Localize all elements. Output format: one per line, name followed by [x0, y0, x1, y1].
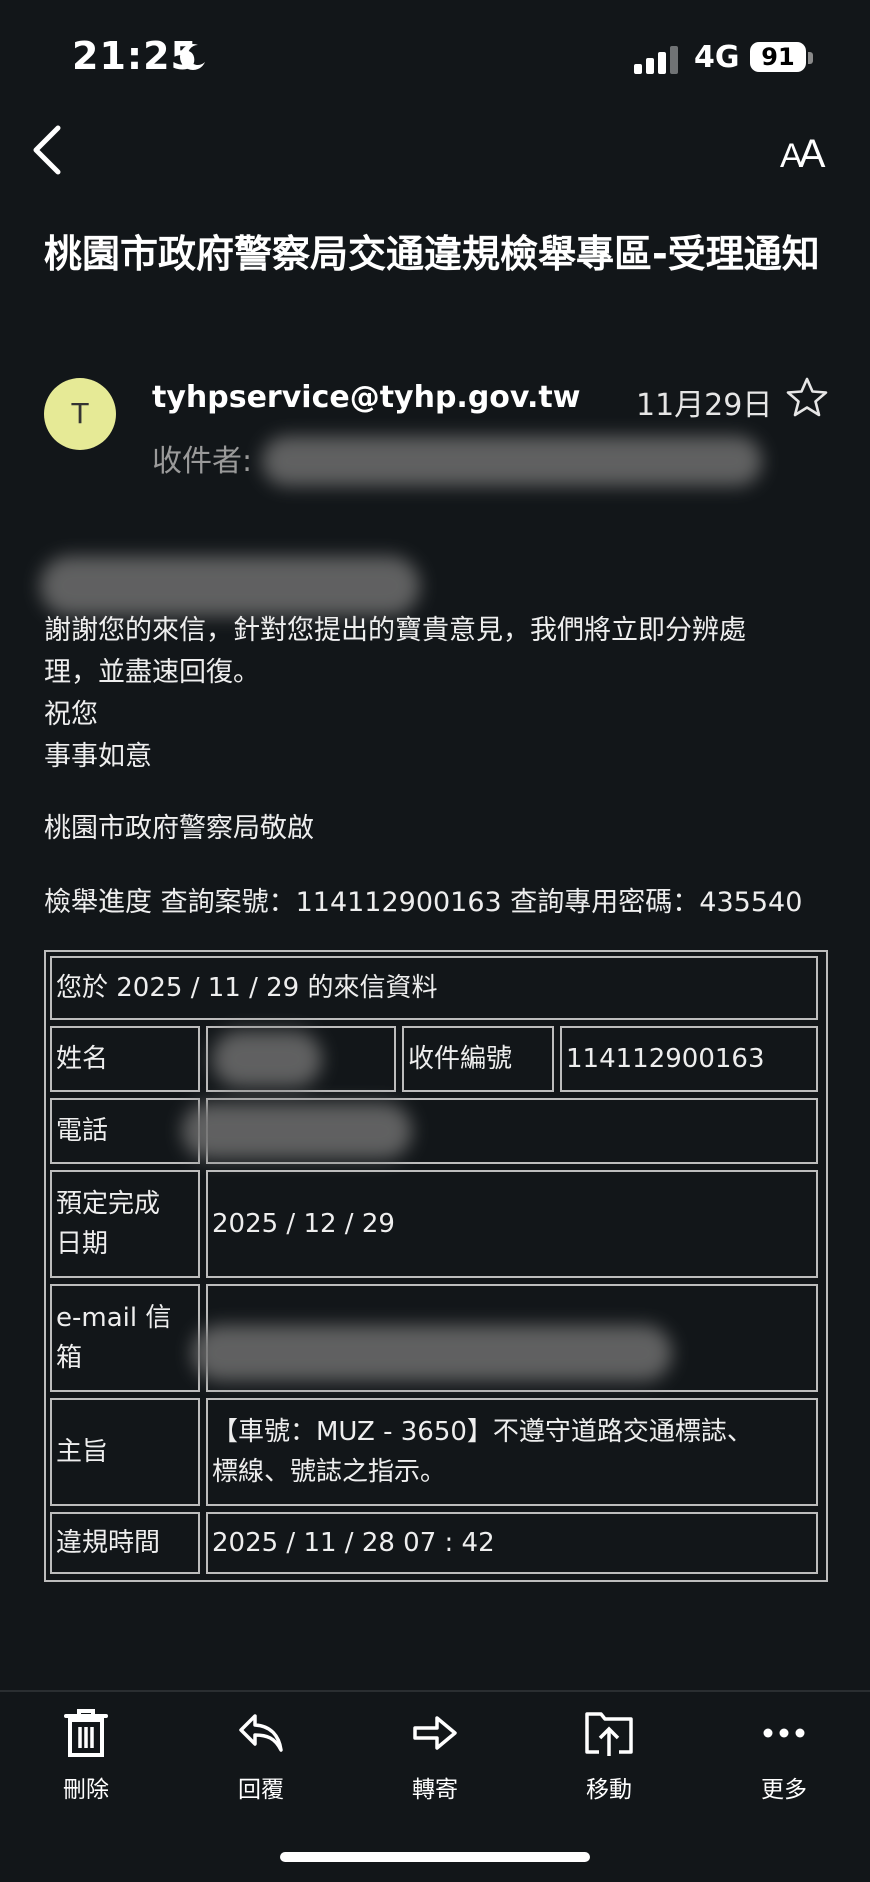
delete-button[interactable]: 刪除: [16, 1708, 156, 1804]
reply-label: 回覆: [238, 1777, 284, 1803]
violation-label: 違規時間: [50, 1512, 200, 1574]
table-header: 您於 2025 / 11 / 29 的來信資料: [50, 956, 818, 1020]
email-redacted: [192, 1325, 672, 1381]
subject-value: 【車號：MUZ - 3650】不遵守道路交通標誌、 標線、號誌之指示。: [206, 1398, 818, 1506]
name-label: 姓名: [50, 1026, 200, 1092]
progress-info: 檢舉進度 查詢案號：114112900163 查詢專用密碼：435540: [44, 887, 803, 918]
sender-email[interactable]: tyhpservice@tyhp.gov.tw: [152, 380, 580, 415]
trash-icon: [64, 1709, 108, 1757]
more-button[interactable]: 更多: [714, 1708, 854, 1804]
info-table: 您於 2025 / 11 / 29 的來信資料 姓名 收件編號 11411290…: [44, 950, 828, 1582]
move-label: 移動: [586, 1777, 632, 1803]
due-label: 預定完成 日期: [50, 1170, 200, 1278]
toolbar-divider: [0, 1690, 870, 1692]
back-icon[interactable]: [30, 124, 64, 176]
recipient-redacted: [262, 436, 762, 486]
signature: 桃園市政府警察局敬啟: [44, 813, 314, 844]
email-subject: 桃園市政府警察局交通違規檢舉專區-受理通知: [44, 232, 820, 276]
moon-icon: [180, 44, 205, 70]
name-redacted: [212, 1031, 322, 1087]
forward-label: 轉寄: [412, 1777, 458, 1803]
battery-cap: [808, 52, 813, 64]
violation-time-value: 2025 / 11 / 28 07 : 42: [206, 1512, 818, 1574]
body-line-1: 謝謝您的來信，針對您提出的寶貴意見，我們將立即分辨處: [44, 615, 746, 646]
case-no-value: 114112900163: [560, 1026, 818, 1092]
avatar: T: [44, 378, 116, 450]
phone-label: 電話: [50, 1098, 200, 1164]
email-label-line-1: e-mail 信: [56, 1303, 172, 1333]
move-button[interactable]: 移動: [539, 1708, 679, 1804]
phone-value: [182, 1098, 818, 1164]
email-date: 11月29日: [636, 388, 773, 423]
name-value: [206, 1026, 396, 1092]
more-label: 更多: [761, 1777, 807, 1803]
network-type: 4G: [694, 40, 740, 75]
body-line-4: 事事如意: [44, 741, 152, 772]
email-value: [192, 1284, 818, 1392]
due-date-value: 2025 / 12 / 29: [206, 1170, 818, 1278]
more-dots-icon: [763, 1728, 805, 1738]
subject-value-line-2: 標線、號誌之指示。: [212, 1457, 447, 1487]
forward-icon: [413, 1716, 457, 1750]
text-size-icon[interactable]: AA: [780, 132, 825, 177]
phone-redacted: [182, 1103, 412, 1159]
due-label-line-1: 預定完成: [56, 1189, 161, 1219]
body-line-3: 祝您: [44, 699, 98, 730]
recipient-label: 收件者:: [152, 444, 253, 479]
forward-button[interactable]: 轉寄: [365, 1708, 505, 1804]
battery-icon: 91: [750, 42, 806, 72]
delete-label: 刪除: [63, 1777, 109, 1803]
case-no-label: 收件編號: [402, 1026, 554, 1092]
move-folder-icon: [585, 1712, 633, 1756]
star-icon[interactable]: [786, 376, 828, 418]
signal-icon: [634, 44, 680, 74]
email-label-line-2: 箱: [56, 1343, 83, 1373]
due-label-line-2: 日期: [56, 1229, 109, 1259]
reply-button[interactable]: 回覆: [191, 1708, 331, 1804]
reply-icon: [239, 1714, 283, 1752]
home-indicator[interactable]: [280, 1852, 590, 1862]
subject-label: 主旨: [50, 1398, 200, 1506]
email-label: e-mail 信 箱: [50, 1284, 200, 1392]
greeting-redacted: [40, 556, 420, 616]
body-line-2: 理，並盡速回復。: [44, 657, 260, 688]
subject-value-line-1: 【車號：MUZ - 3650】不遵守道路交通標誌、: [212, 1417, 753, 1447]
